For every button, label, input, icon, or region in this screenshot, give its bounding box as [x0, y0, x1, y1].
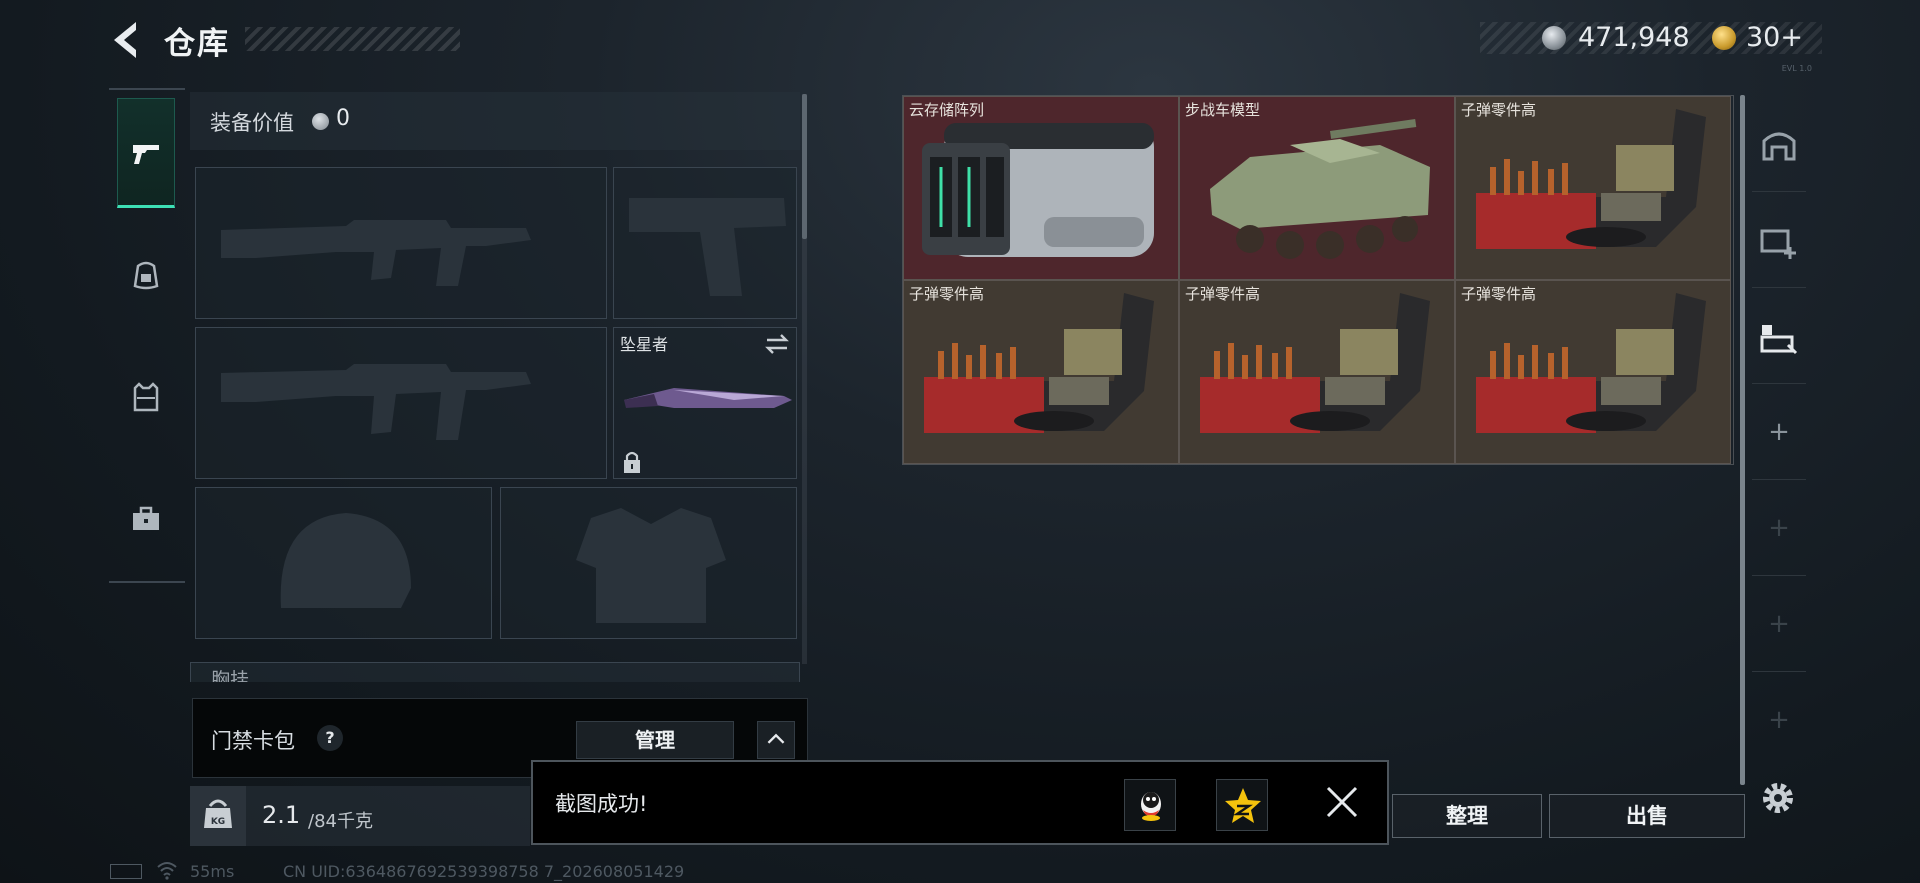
storage-item[interactable]: 子弹零件高 — [1455, 280, 1731, 464]
equipment-value: 0 — [336, 106, 350, 131]
kettlebell-icon: KG — [204, 799, 232, 828]
gold-currency-amount[interactable]: 30+ — [1746, 22, 1803, 53]
storage-tab-add[interactable] — [1752, 192, 1806, 288]
close-icon[interactable] — [1324, 784, 1360, 820]
qq-icon — [1141, 792, 1161, 821]
add-storage-icon — [1760, 229, 1796, 259]
primary-weapon-slot-2[interactable] — [195, 327, 607, 479]
equipment-scrollbar[interactable] — [802, 94, 807, 239]
svg-text:KG: KG — [211, 817, 225, 827]
chest-rig-label: 胸挂 — [211, 669, 250, 682]
rifle-silhouette-icon — [221, 220, 531, 286]
storage-item[interactable]: 步战车模型 — [1179, 96, 1455, 280]
melee-slot[interactable]: 坠星者 — [613, 327, 797, 479]
manage-button[interactable]: 管理 — [576, 721, 734, 759]
sort-button[interactable]: 整理 — [1392, 794, 1542, 838]
gear-icon[interactable] — [1756, 776, 1800, 820]
rifle-silhouette-icon — [221, 364, 531, 440]
storage-item[interactable]: 子弹零件高 — [1455, 96, 1731, 280]
silver-coin-icon — [1542, 26, 1566, 50]
ifv-model-image — [1210, 119, 1430, 259]
plus-icon: + — [1768, 416, 1790, 447]
helmet-silhouette-icon — [280, 513, 411, 608]
storage-item-label: 云存储阵列 — [909, 101, 985, 119]
storage-tab-add-slot[interactable]: + — [1752, 384, 1806, 480]
screenshot-toast: 截图成功! — [531, 760, 1389, 845]
storage-item-label: 子弹零件高 — [909, 285, 985, 303]
qzone-star-icon — [1225, 788, 1261, 823]
equipment-value-label: 装备价值 — [210, 111, 294, 135]
ammo-parts-crate-image — [924, 293, 1154, 433]
storage-item[interactable]: 子弹零件高 — [1179, 280, 1455, 464]
storage-item-label: 步战车模型 — [1185, 101, 1261, 119]
title-decoration — [245, 27, 460, 51]
ammo-parts-crate-image — [1476, 109, 1706, 249]
silver-coin-icon — [312, 113, 329, 130]
silver-currency-amount: 471,948 — [1578, 22, 1690, 53]
ammo-parts-crate-image — [1200, 293, 1430, 433]
uid-text: CN UID:6364867692539398758 7_20260805142… — [283, 862, 685, 881]
backpack-icon — [133, 261, 159, 290]
plus-icon: + — [1768, 512, 1790, 543]
storage-item-label: 子弹零件高 — [1461, 101, 1537, 119]
pistol-slot[interactable] — [613, 167, 797, 319]
plus-icon: + — [1768, 608, 1790, 639]
storage-item[interactable]: 云存储阵列 — [903, 96, 1179, 280]
gold-coin-icon — [1712, 26, 1736, 50]
plus-icon: + — [1768, 705, 1790, 735]
storage-tab-locked: + — [1752, 672, 1806, 768]
storage-item[interactable]: 子弹零件高 — [903, 280, 1179, 464]
armor-silhouette-icon — [576, 508, 726, 623]
sell-button[interactable]: 出售 — [1549, 794, 1745, 838]
storage-scrollbar[interactable] — [1740, 95, 1745, 785]
chest-rig-slot[interactable]: 胸挂 — [190, 662, 800, 682]
primary-weapon-slot-1[interactable] — [195, 167, 607, 319]
back-arrow-icon[interactable] — [106, 18, 146, 62]
ping-text: 55ms — [190, 862, 235, 881]
storage-tab-home[interactable] — [1752, 96, 1806, 192]
left-category-nav — [109, 88, 185, 583]
weight-icon-box: KG — [190, 786, 246, 846]
storage-tab-locked: + — [1752, 480, 1806, 576]
storage-item-label: 子弹零件高 — [1185, 285, 1261, 303]
lock-icon — [624, 451, 640, 473]
pistol-icon — [133, 145, 159, 164]
chevron-up-icon[interactable] — [757, 721, 795, 759]
toast-message: 截图成功! — [555, 792, 648, 816]
home-icon — [1762, 132, 1796, 160]
pistol-silhouette-icon — [629, 198, 786, 296]
help-button[interactable]: ? — [317, 725, 343, 751]
share-qzone-button[interactable] — [1216, 779, 1268, 831]
keycard-wallet-label: 门禁卡包 — [211, 729, 295, 753]
nav-weapons[interactable] — [117, 98, 175, 208]
armor-slot[interactable] — [500, 487, 797, 639]
nav-vest[interactable] — [117, 342, 175, 452]
server-array-image — [922, 123, 1154, 257]
vest-icon — [133, 382, 159, 412]
storage-tab-expand[interactable] — [1752, 288, 1806, 384]
equipment-panel: 装备价值 0 坠星者 胸挂 — [190, 92, 810, 682]
storage-item-label: 子弹零件高 — [1461, 285, 1537, 303]
share-qq-button[interactable] — [1124, 779, 1176, 831]
right-storage-nav: + + + + — [1748, 96, 1810, 786]
expand-storage-icon — [1760, 324, 1798, 354]
storage-tab-locked: + — [1752, 576, 1806, 672]
nav-backpack[interactable] — [117, 220, 175, 330]
page-title: 仓库 — [164, 26, 230, 62]
toolbox-icon — [133, 506, 159, 530]
weight-max: /84千克 — [308, 811, 373, 832]
version-text: EVL 1.0 — [1781, 64, 1812, 73]
storage-area: 云存储阵列 步战车模型 子弹零件高 子弹零件高 子弹零件高 子弹零件高 — [902, 95, 1738, 785]
equipment-value-header: 装备价值 0 — [190, 92, 800, 150]
storage-grid: 云存储阵列 步战车模型 子弹零件高 子弹零件高 子弹零件高 子弹零件高 — [902, 95, 1734, 465]
ammo-parts-crate-image — [1476, 293, 1706, 433]
wifi-icon — [157, 862, 177, 880]
weight-current: 2.1 — [262, 801, 301, 829]
helmet-slot[interactable] — [195, 487, 492, 639]
weight-bar: KG 2.1 /84千克 — [190, 786, 530, 846]
battery-icon — [110, 864, 142, 879]
currency-bar: 471,948 30+ — [1480, 22, 1822, 54]
nav-toolbox[interactable] — [117, 464, 175, 574]
